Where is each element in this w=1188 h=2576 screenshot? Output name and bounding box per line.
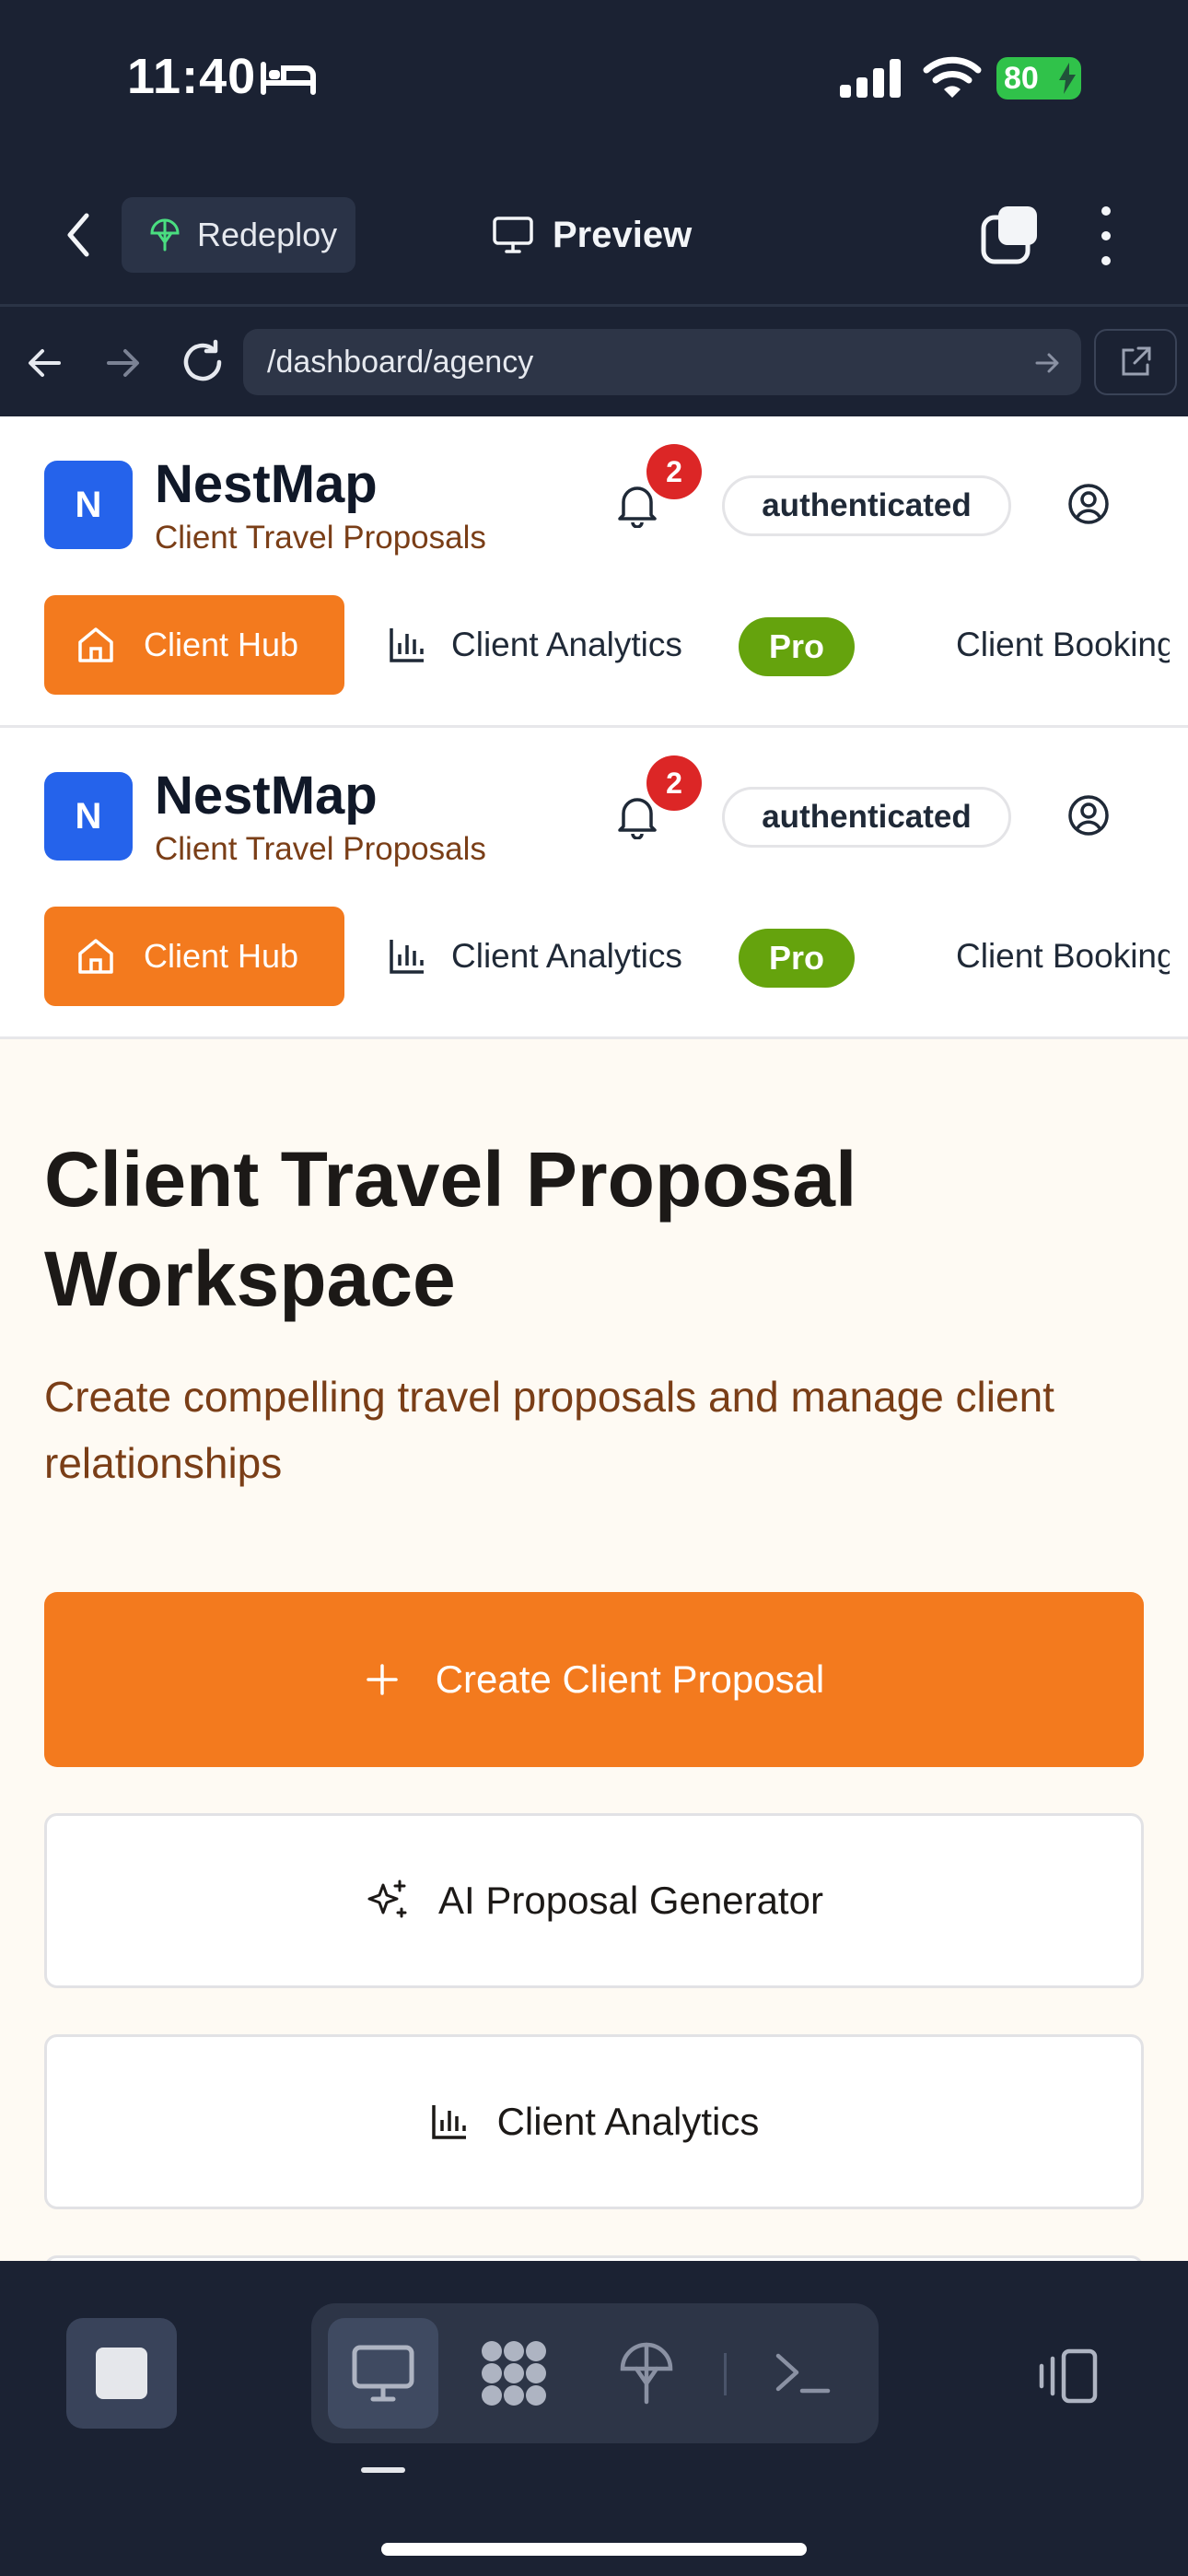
- battery-icon: 80: [996, 57, 1081, 100]
- pro-badge: Pro: [739, 929, 855, 988]
- create-proposal-label: Create Client Proposal: [435, 1657, 825, 1701]
- brand-logo[interactable]: N: [44, 772, 133, 861]
- terminal-icon: [775, 2353, 831, 2394]
- more-icon: [1101, 206, 1111, 216]
- redeploy-button[interactable]: Redeploy: [122, 197, 355, 273]
- home-icon: [78, 627, 113, 662]
- brand-subtitle: Client Travel Proposals: [155, 520, 486, 556]
- browser-back-button[interactable]: [22, 340, 68, 391]
- desktop-icon: [352, 2345, 414, 2402]
- browser-forward-button[interactable]: [99, 340, 146, 391]
- nav-client-analytics[interactable]: Client Analytics: [387, 907, 682, 1006]
- redeploy-label: Redeploy: [197, 216, 338, 253]
- brand-subtitle: Client Travel Proposals: [155, 831, 486, 867]
- nav-client-hub-label: Client Hub: [144, 937, 299, 975]
- page-viewport: N NestMap Client Travel Proposals 2 auth…: [0, 416, 1188, 2261]
- ai-generator-label: AI Proposal Generator: [438, 1879, 823, 1922]
- external-link-icon: [1122, 346, 1151, 376]
- nav-client-analytics-label: Client Analytics: [451, 626, 682, 663]
- more-button[interactable]: [1092, 206, 1120, 265]
- auth-status-badge: authenticated: [722, 475, 1011, 536]
- ai-generator-button[interactable]: AI Proposal Generator: [44, 1813, 1144, 1988]
- active-tab-indicator: [361, 2467, 405, 2473]
- nav-client-bookings[interactable]: Client Bookings: [930, 907, 1170, 1006]
- nav-client-analytics[interactable]: Client Analytics: [387, 595, 682, 695]
- user-circle-icon: [1068, 484, 1109, 524]
- client-analytics-label: Client Analytics: [496, 2100, 760, 2143]
- nodes-tool-button[interactable]: [459, 2318, 569, 2429]
- devices-icon: [1039, 2348, 1098, 2404]
- reload-button[interactable]: [177, 336, 228, 392]
- monitor-icon: [493, 217, 533, 253]
- brand-name: NestMap: [155, 454, 378, 514]
- nav-row: Client Hub Client Analytics Pro Client B…: [0, 593, 1188, 695]
- open-external-button[interactable]: [1094, 329, 1177, 395]
- main-content: Client Travel Proposal Workspace Create …: [0, 1130, 1188, 2261]
- wifi-icon: [923, 55, 982, 104]
- nav-client-analytics-label: Client Analytics: [451, 937, 682, 975]
- nav-client-hub[interactable]: Client Hub: [44, 595, 344, 695]
- deploy-icon: [620, 2342, 673, 2405]
- deploy-tool-button[interactable]: [591, 2318, 702, 2429]
- signal-icon: [840, 59, 904, 102]
- bar-chart-icon: [390, 628, 424, 662]
- site-header: N NestMap Client Travel Proposals 2 auth…: [0, 728, 1188, 1039]
- auth-status-badge: authenticated: [722, 787, 1011, 848]
- nav-client-hub[interactable]: Client Hub: [44, 907, 344, 1006]
- back-button[interactable]: [55, 203, 101, 267]
- nav-client-hub-label: Client Hub: [144, 626, 299, 663]
- brand-name: NestMap: [155, 766, 378, 825]
- nodes-icon: [482, 2341, 546, 2406]
- stop-button[interactable]: [66, 2318, 177, 2429]
- status-bar: 11:40 80: [0, 0, 1188, 166]
- preview-label: Preview: [553, 214, 693, 255]
- bed-icon: [260, 59, 317, 100]
- client-analytics-button[interactable]: Client Analytics: [44, 2034, 1144, 2209]
- url-bar: /dashboard/agency: [0, 304, 1188, 416]
- home-indicator: [381, 2543, 807, 2556]
- arrow-left-icon: [29, 349, 61, 377]
- go-icon[interactable]: [1033, 349, 1061, 377]
- tool-group: [311, 2303, 879, 2443]
- url-text: /dashboard/agency: [267, 344, 534, 380]
- devices-button[interactable]: [1024, 2335, 1107, 2418]
- bar-chart-icon: [390, 940, 424, 974]
- create-proposal-button[interactable]: Create Client Proposal: [44, 1592, 1144, 1767]
- pro-badge: Pro: [739, 617, 855, 676]
- status-time: 11:40: [127, 49, 257, 104]
- desktop-tool-button[interactable]: [328, 2318, 438, 2429]
- user-menu-button[interactable]: [1063, 474, 1114, 534]
- tabs-icon: [981, 206, 1037, 264]
- notification-badge: 2: [646, 755, 702, 811]
- back-icon: [67, 213, 89, 257]
- user-menu-button[interactable]: [1063, 785, 1114, 846]
- battery-level: 80: [1004, 60, 1039, 96]
- notification-badge: 2: [646, 444, 702, 499]
- page-description: Create compelling travel proposals and m…: [44, 1373, 1054, 1487]
- terminal-tool-button[interactable]: [748, 2318, 858, 2429]
- plus-icon: [366, 1664, 398, 1695]
- sparkles-icon: [367, 1879, 407, 1918]
- toolbar-divider: [724, 2353, 727, 2395]
- user-circle-icon: [1068, 795, 1109, 836]
- bottom-toolbar: [0, 2261, 1188, 2576]
- tabs-button[interactable]: [978, 203, 1042, 267]
- app-header: Redeploy Preview: [0, 166, 1188, 304]
- url-input[interactable]: /dashboard/agency: [243, 329, 1081, 395]
- nav-client-bookings-label: Client Bookings: [956, 626, 1170, 663]
- nav-client-bookings[interactable]: Client Bookings: [930, 595, 1170, 695]
- nav-row: Client Hub Client Analytics Pro Client B…: [0, 905, 1188, 1006]
- page-title: Client Travel Proposal Workspace: [44, 1136, 857, 1322]
- reload-icon: [183, 339, 222, 381]
- preview-title: Preview: [492, 203, 692, 267]
- site-header: N NestMap Client Travel Proposals 2 auth…: [0, 416, 1188, 728]
- redeploy-icon: [150, 218, 180, 252]
- bar-chart-icon: [431, 2105, 466, 2139]
- home-icon: [78, 939, 113, 974]
- nav-client-bookings-label: Client Bookings: [956, 937, 1170, 975]
- arrow-right-icon: [107, 349, 139, 377]
- brand-logo[interactable]: N: [44, 461, 133, 549]
- stop-icon: [96, 2348, 147, 2399]
